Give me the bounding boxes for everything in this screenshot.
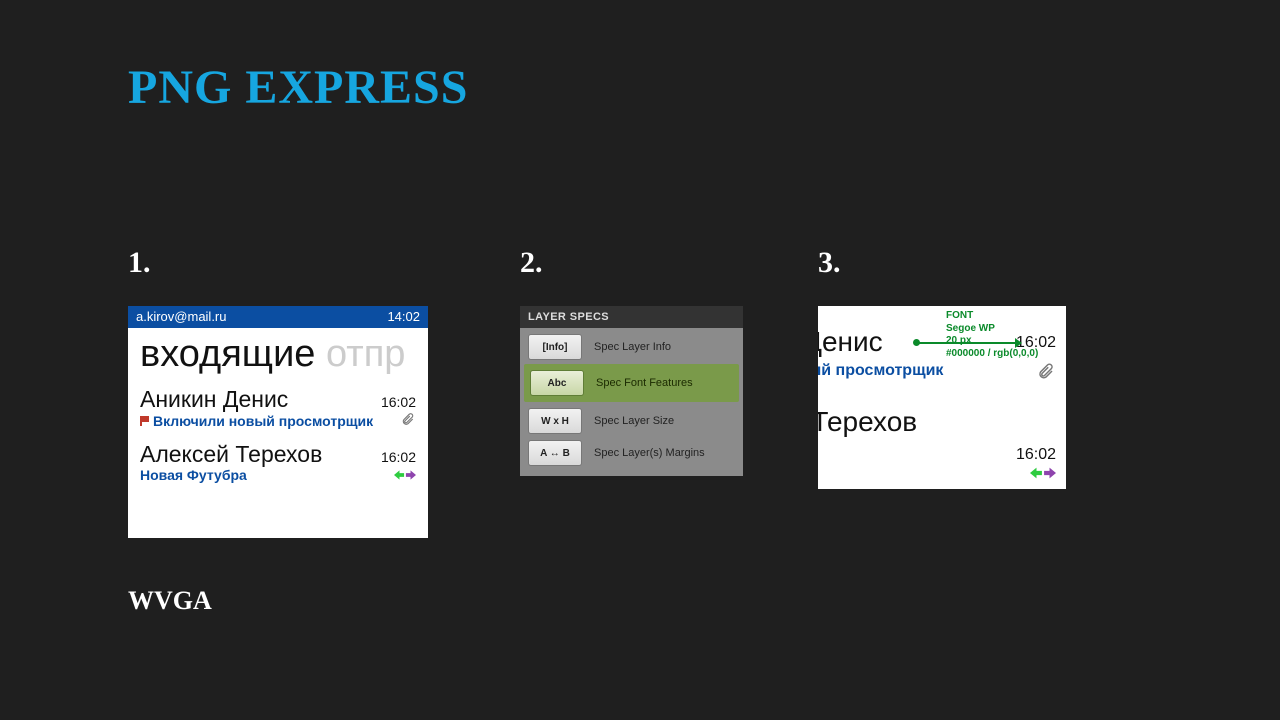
subject-text: Включили новый просмотрщик (153, 413, 373, 429)
attachment-icon (1036, 362, 1056, 385)
preview-sender-1: Денис (818, 326, 883, 358)
preview-subject-1: овый просмотрщик (818, 362, 943, 380)
subject-text: Новая Футубра (140, 467, 247, 483)
panel-title: LAYER SPECS (520, 306, 743, 328)
tab-inbox: входящие (140, 333, 315, 375)
preview-sender-2: й Терехов (818, 406, 917, 438)
tab-sent: отпр (326, 333, 405, 375)
mail-subject: Новая Футубра (140, 467, 247, 483)
account-email: a.kirov@mail.ru (136, 309, 227, 324)
mail-item: Аникин Денис 16:02 Включили новый просмо… (128, 376, 428, 431)
spec-info-label: Spec Layer Info (582, 334, 671, 360)
panel-layer-specs: LAYER SPECS [Info] Spec Layer Info Abc S… (520, 306, 743, 476)
preview-time-2: 16:02 (1016, 446, 1056, 464)
clock: 14:02 (387, 309, 420, 324)
spec-size-label: Spec Layer Size (582, 408, 674, 434)
spec-margins-button[interactable]: A ↔ B (528, 440, 582, 466)
resolution-label: WVGA (128, 586, 212, 616)
spec-row-font[interactable]: Abc Spec Font Features (524, 364, 739, 402)
reply-forward-icon (1030, 466, 1056, 480)
sender-name: Алексей Терехов (140, 441, 322, 468)
spec-size-button[interactable]: W x H (528, 408, 582, 434)
spec-margins-label: Spec Layer(s) Margins (582, 440, 705, 466)
mail-time: 16:02 (381, 394, 416, 410)
page-title: PNG EXPRESS (128, 60, 468, 115)
spec-info-button[interactable]: [Info] (528, 334, 582, 360)
spec-row-size[interactable]: W x H Spec Layer Size (528, 408, 735, 434)
reply-forward-icon (394, 469, 416, 481)
spec-heading: FONT (946, 310, 1038, 323)
spec-row-info[interactable]: [Info] Spec Layer Info (528, 334, 735, 360)
flag-icon (140, 416, 149, 426)
spec-color: #000000 / rgb(0,0,0) (946, 348, 1038, 361)
step-2-label: 2. (520, 246, 543, 280)
panel-email-mock: a.kirov@mail.ru 14:02 входящие отпр Аник… (128, 306, 428, 538)
mail-subject: Включили новый просмотрщик (140, 413, 373, 429)
spec-font-family: Segoe WP (946, 323, 1038, 336)
spec-connector-dot (913, 339, 920, 346)
mail-time: 16:02 (381, 449, 416, 465)
step-1-label: 1. (128, 246, 151, 280)
spec-font-button[interactable]: Abc (530, 370, 584, 396)
spec-annotation: FONT Segoe WP 20 px #000000 / rgb(0,0,0) (946, 310, 1038, 360)
spec-connector (916, 340, 1020, 346)
spec-row-margins[interactable]: A ↔ B Spec Layer(s) Margins (528, 440, 735, 466)
spec-font-label: Spec Font Features (584, 370, 693, 396)
statusbar: a.kirov@mail.ru 14:02 (128, 306, 428, 328)
sender-name: Аникин Денис (140, 386, 288, 413)
mail-tabs: входящие отпр (128, 328, 428, 376)
mail-item: Алексей Терехов 16:02 Новая Футубра (128, 431, 428, 483)
attachment-icon (400, 412, 416, 431)
step-3-label: 3. (818, 246, 841, 280)
panel-spec-preview: Денис овый просмотрщик й Терехов а 16:02… (818, 306, 1066, 489)
